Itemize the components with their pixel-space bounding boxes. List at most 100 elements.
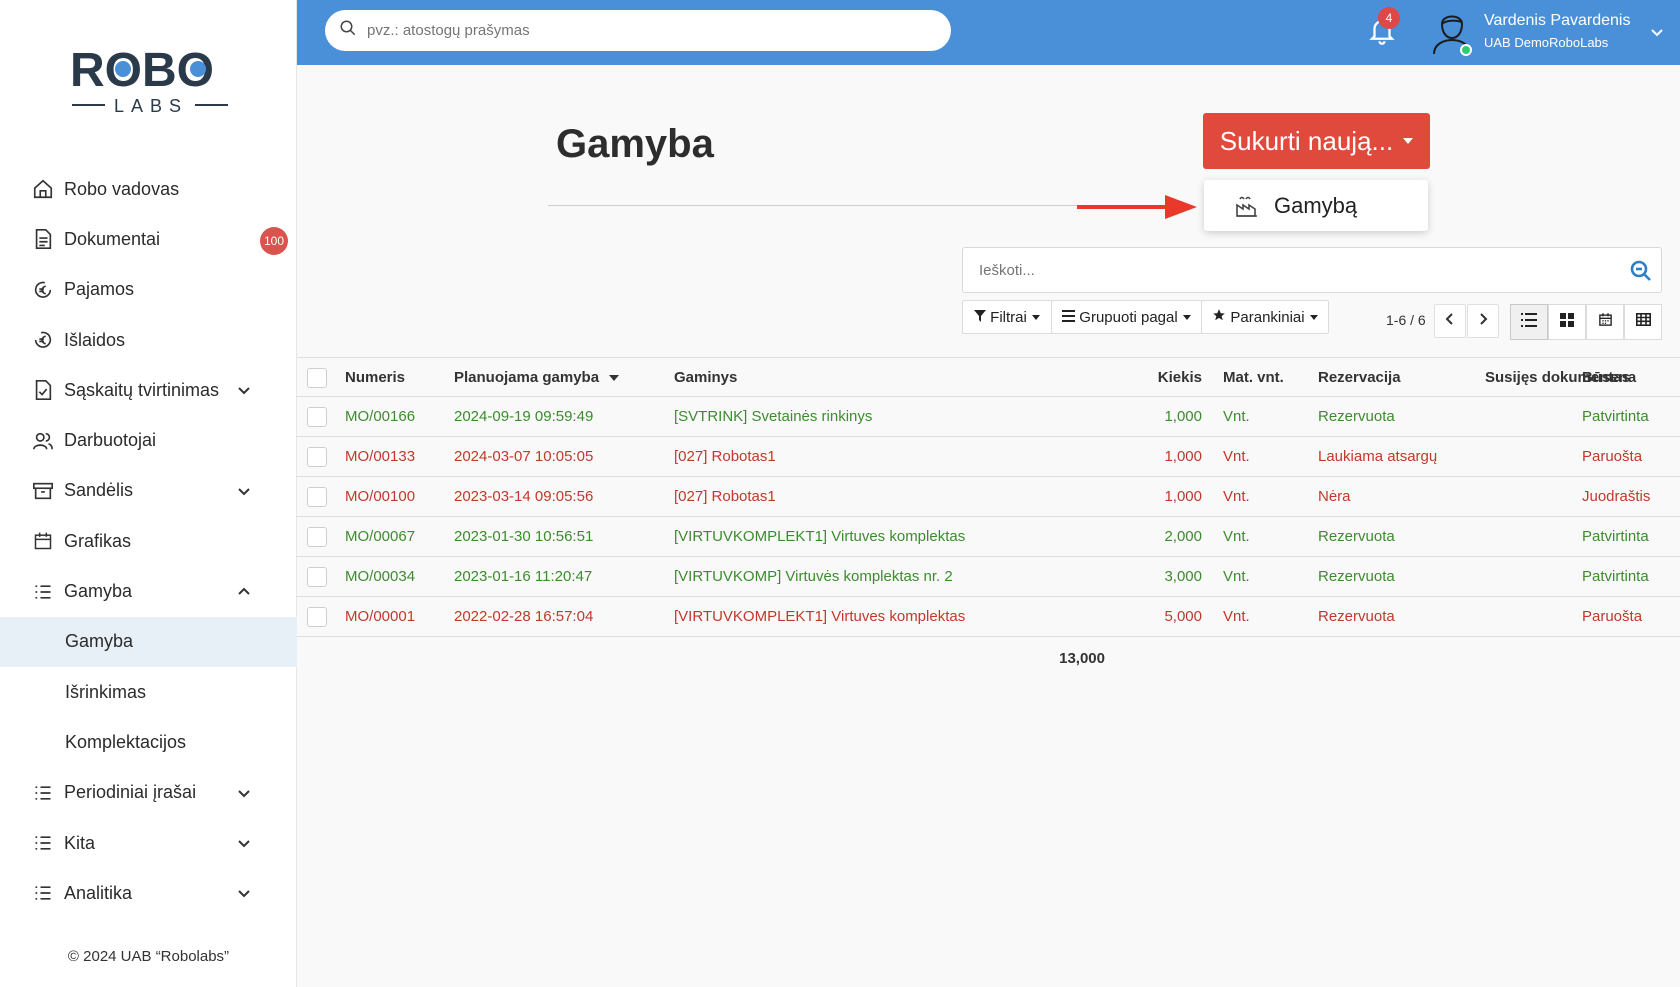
sidebar-item-saskaitu-tvirtinimas[interactable]: Sąskaitų tvirtinimas <box>0 365 297 415</box>
sidebar-item-label: Gamyba <box>65 631 134 652</box>
kanban-view-button[interactable] <box>1548 304 1586 340</box>
records-search-input[interactable] <box>979 261 1599 279</box>
robolabs-logo[interactable]: ROBO LABS <box>70 40 230 120</box>
title-divider <box>548 205 1078 206</box>
sidebar-item-dokumentai[interactable]: Dokumentai 100 <box>0 214 297 264</box>
row-checkbox[interactable] <box>307 527 327 547</box>
cell-reservation: Laukiama atsargų <box>1318 448 1438 465</box>
cell-status: Paruošta <box>1582 608 1643 625</box>
pager-next-button[interactable] <box>1467 304 1499 338</box>
cell-planned: 2023-03-14 09:05:56 <box>454 488 594 505</box>
table-row[interactable]: MO/00100 2023-03-14 09:05:56 [027] Robot… <box>297 477 1680 517</box>
table-row[interactable]: MO/00166 2024-09-19 09:59:49 [SVTRINK] S… <box>297 397 1680 437</box>
chevron-down-icon[interactable] <box>236 483 252 499</box>
sidebar-item-gamyba[interactable]: Gamyba <box>0 566 297 616</box>
sort-desc-icon <box>609 375 620 382</box>
row-checkbox[interactable] <box>307 407 327 427</box>
chevron-down-icon[interactable] <box>236 785 252 801</box>
cell-qty: 5,000 <box>1164 608 1202 625</box>
sidebar-item-periodiniai-irasai[interactable]: Periodiniai įrašai <box>0 768 297 818</box>
row-checkbox[interactable] <box>307 567 327 587</box>
column-header-product[interactable]: Gaminys <box>674 358 737 398</box>
row-checkbox[interactable] <box>307 447 327 467</box>
sidebar-item-analitika[interactable]: Analitika <box>0 868 297 918</box>
cell-planned: 2023-01-30 10:56:51 <box>454 528 594 545</box>
table-row[interactable]: MO/00133 2024-03-07 10:05:05 [027] Robot… <box>297 437 1680 477</box>
group-by-button[interactable]: Grupuoti pagal <box>1051 300 1202 334</box>
sidebar: ROBO LABS Robo vadovas Dokumentai 100 Pa… <box>0 0 297 987</box>
cell-status: Juodraštis <box>1582 488 1651 505</box>
cell-product: [VIRTUVKOMPLEKT1] Virtuves komplektas <box>674 608 966 625</box>
create-new-button[interactable]: Sukurti naują... <box>1203 113 1430 169</box>
sidebar-subitem-gamyba[interactable]: Gamyba <box>0 616 297 667</box>
quantity-total: 13,000 <box>1059 650 1105 667</box>
user-company: UAB DemoRoboLabs <box>1484 35 1609 50</box>
calendar-view-button[interactable] <box>1586 304 1624 340</box>
cell-uom: Vnt. <box>1223 448 1250 465</box>
sidebar-item-label: Sąskaitų tvirtinimas <box>64 379 220 400</box>
filters-button[interactable]: Filtrai <box>962 300 1052 334</box>
chevron-down-icon[interactable] <box>1649 24 1665 40</box>
global-search[interactable] <box>325 10 951 51</box>
sidebar-item-islaidos[interactable]: Išlaidos <box>0 315 297 365</box>
column-header-number[interactable]: Numeris <box>345 358 405 398</box>
row-checkbox[interactable] <box>307 487 327 507</box>
global-search-input[interactable] <box>367 22 927 39</box>
cell-number: MO/00034 <box>345 568 416 585</box>
sidebar-item-robo-vadovas[interactable]: Robo vadovas <box>0 164 297 214</box>
caret-down-icon <box>1309 314 1318 320</box>
caret-down-icon <box>1031 314 1040 320</box>
calendar-icon <box>32 530 54 552</box>
sidebar-item-kita[interactable]: Kita <box>0 818 297 868</box>
chevron-down-icon[interactable] <box>236 835 252 851</box>
grid-view-icon <box>1560 312 1574 332</box>
cell-number: MO/00133 <box>345 448 416 465</box>
search-icon[interactable] <box>1629 259 1653 283</box>
favorites-button[interactable]: Parankiniai <box>1201 300 1329 334</box>
chevron-down-icon[interactable] <box>236 382 252 398</box>
user-name[interactable]: Vardenis Pavardenis <box>1484 12 1630 30</box>
list-view-icon <box>1521 312 1537 332</box>
column-header-qty[interactable]: Kiekis <box>1062 358 1202 398</box>
create-dropdown-item-gamyba[interactable]: Gamybą <box>1204 180 1428 231</box>
chevron-up-icon[interactable] <box>236 583 252 599</box>
list-icon <box>32 782 54 804</box>
sidebar-item-label: Analitika <box>64 882 133 903</box>
pivot-view-button[interactable] <box>1624 304 1662 340</box>
cell-status: Patvirtinta <box>1582 568 1649 585</box>
column-header-status[interactable]: Būsena <box>1582 358 1636 398</box>
documents-count-badge: 100 <box>260 227 288 256</box>
select-all-checkbox[interactable] <box>307 368 327 388</box>
column-header-uom[interactable]: Mat. vnt. <box>1223 358 1284 398</box>
cell-uom: Vnt. <box>1223 568 1250 585</box>
records-search[interactable] <box>962 247 1662 293</box>
table-row[interactable]: MO/00034 2023-01-16 11:20:47 [VIRTUVKOMP… <box>297 557 1680 597</box>
cell-planned: 2022-02-28 16:57:04 <box>454 608 594 625</box>
row-checkbox[interactable] <box>307 607 327 627</box>
sidebar-item-darbuotojai[interactable]: Darbuotojai <box>0 415 297 465</box>
chevron-down-icon[interactable] <box>236 885 252 901</box>
sidebar-item-label: Robo vadovas <box>64 178 180 199</box>
sidebar-item-grafikas[interactable]: Grafikas <box>0 516 297 566</box>
cell-status: Patvirtinta <box>1582 528 1649 545</box>
column-header-reservation[interactable]: Rezervacija <box>1318 358 1401 398</box>
pager-previous-button[interactable] <box>1434 304 1466 338</box>
pager-value[interactable]: 1-6 / 6 <box>1386 312 1426 328</box>
avatar[interactable] <box>1430 8 1474 56</box>
cell-qty: 1,000 <box>1164 448 1202 465</box>
calendar-icon <box>1598 312 1613 332</box>
list-icon <box>32 832 54 854</box>
table-row[interactable]: MO/00067 2023-01-30 10:56:51 [VIRTUVKOMP… <box>297 517 1680 557</box>
cell-qty: 2,000 <box>1164 528 1202 545</box>
table-row[interactable]: MO/00001 2022-02-28 16:57:04 [VIRTUVKOMP… <box>297 597 1680 637</box>
sidebar-item-sandelis[interactable]: Sandėlis <box>0 466 297 516</box>
sidebar-subitem-isrinkimas[interactable]: Išrinkimas <box>0 667 297 717</box>
cell-number: MO/00100 <box>345 488 416 505</box>
list-view-button[interactable] <box>1510 304 1548 340</box>
sidebar-item-pajamos[interactable]: Pajamos <box>0 265 297 315</box>
cell-qty: 1,000 <box>1164 488 1202 505</box>
list-icon <box>32 581 54 603</box>
sidebar-subitem-komplektacijos[interactable]: Komplektacijos <box>0 717 297 767</box>
column-header-planned[interactable]: Planuojama gamyba <box>454 358 620 398</box>
cell-reservation: Rezervuota <box>1318 528 1395 545</box>
